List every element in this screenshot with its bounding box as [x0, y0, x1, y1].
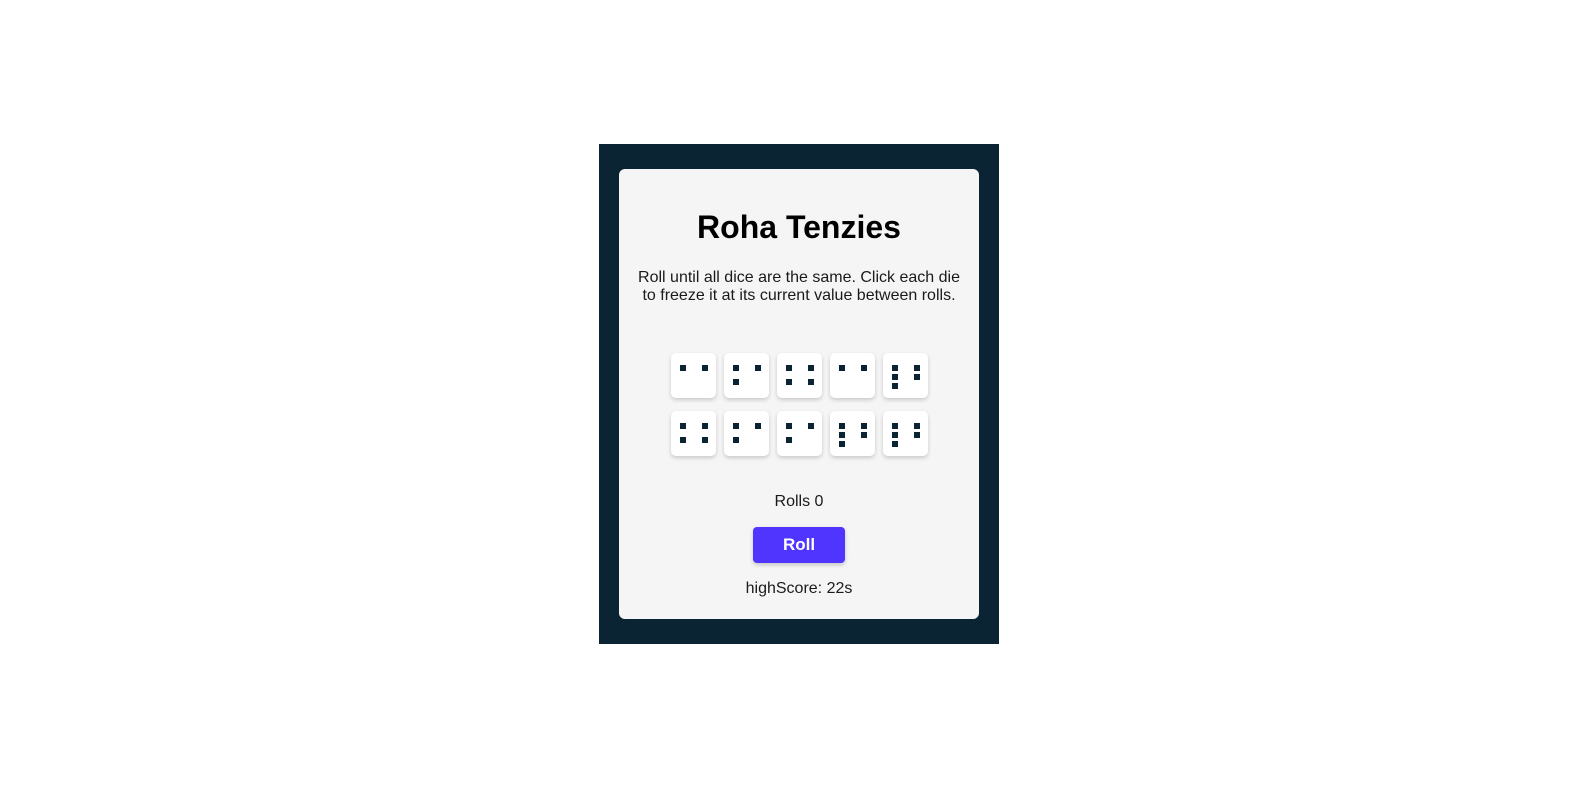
die-3[interactable]	[777, 353, 822, 398]
die-pip	[914, 374, 920, 380]
die-pip	[839, 423, 845, 429]
die-pip	[914, 423, 920, 429]
die-pip	[733, 423, 739, 429]
die-pip	[808, 423, 814, 429]
page-title: Roha Tenzies	[697, 209, 901, 245]
die-pip	[892, 374, 898, 380]
die-pip	[786, 379, 792, 385]
die-6[interactable]	[671, 411, 716, 456]
game-card: Roha Tenzies Roll until all dice are the…	[619, 169, 979, 619]
die-pip	[680, 365, 686, 371]
die-pip	[733, 379, 739, 385]
roll-button[interactable]: Roll	[753, 527, 845, 563]
high-score: highScore: 22s	[745, 580, 853, 597]
die-pip	[892, 383, 898, 389]
die-pip	[839, 432, 845, 438]
die-4[interactable]	[830, 353, 875, 398]
instructions-text: Roll until all dice are the same. Click …	[638, 269, 960, 304]
die-9[interactable]	[830, 411, 875, 456]
die-pip	[733, 437, 739, 443]
die-pip	[861, 432, 867, 438]
die-7[interactable]	[724, 411, 769, 456]
die-pip	[839, 441, 845, 447]
die-pip	[839, 365, 845, 371]
die-pip	[702, 437, 708, 443]
die-10[interactable]	[883, 411, 928, 456]
die-5[interactable]	[883, 353, 928, 398]
die-pip	[892, 423, 898, 429]
die-pip	[755, 365, 761, 371]
die-pip	[808, 365, 814, 371]
die-pip	[892, 441, 898, 447]
die-pip	[861, 365, 867, 371]
die-pip	[733, 365, 739, 371]
die-pip	[914, 432, 920, 438]
die-pip	[808, 379, 814, 385]
die-pip	[892, 365, 898, 371]
die-pip	[861, 423, 867, 429]
dice-grid	[671, 353, 928, 456]
die-pip	[892, 432, 898, 438]
die-pip	[702, 365, 708, 371]
die-pip	[786, 423, 792, 429]
die-8[interactable]	[777, 411, 822, 456]
die-2[interactable]	[724, 353, 769, 398]
rolls-counter: Rolls 0	[774, 493, 824, 510]
game-frame: Roha Tenzies Roll until all dice are the…	[599, 144, 999, 644]
die-1[interactable]	[671, 353, 716, 398]
die-pip	[786, 437, 792, 443]
die-pip	[755, 423, 761, 429]
die-pip	[680, 423, 686, 429]
die-pip	[786, 365, 792, 371]
die-pip	[702, 423, 708, 429]
die-pip	[680, 437, 686, 443]
die-pip	[914, 365, 920, 371]
